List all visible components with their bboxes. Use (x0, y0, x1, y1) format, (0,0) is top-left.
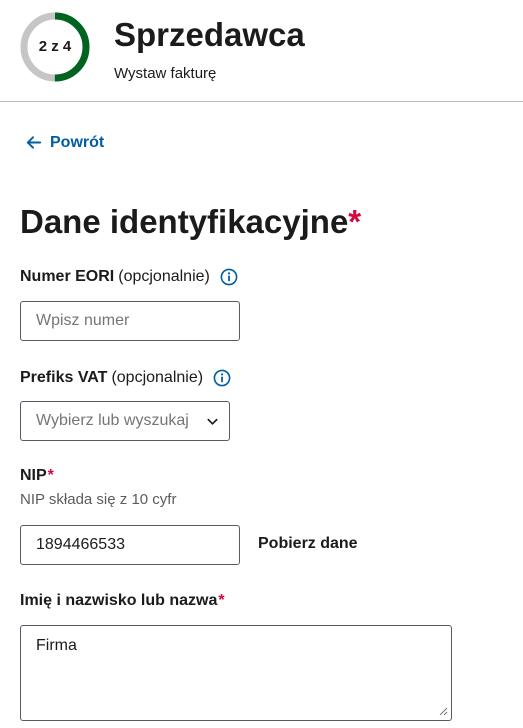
back-link[interactable]: Powrót (24, 133, 104, 152)
chevron-down-icon (207, 418, 218, 425)
fetch-data-button[interactable]: Pobierz dane (258, 535, 358, 553)
eori-input[interactable] (20, 301, 240, 341)
eori-label: Numer EORI (opcjonalnie) (20, 268, 238, 286)
name-textarea[interactable]: Firma (20, 625, 452, 721)
resize-grip-icon[interactable] (438, 706, 448, 716)
vat-prefix-label-text: Prefiks VAT (20, 369, 108, 386)
nip-label: NIP * (20, 467, 54, 485)
name-label: Imię i nazwisko lub nazwa * (20, 592, 225, 610)
nip-hint: NIP składa się z 10 cyfr (20, 491, 177, 508)
vat-prefix-optional-text: (opcjonalnie) (111, 369, 204, 386)
info-icon[interactable] (213, 369, 231, 387)
name-label-text: Imię i nazwisko lub nazwa (20, 592, 218, 609)
vat-prefix-label: Prefiks VAT (opcjonalnie) (20, 369, 231, 387)
section-title: Dane identyfikacyjne* (20, 203, 361, 241)
eori-optional-text: (opcjonalnie) (118, 268, 210, 285)
nip-input[interactable] (20, 525, 240, 565)
step-label: 2 z 4 (38, 38, 72, 55)
eori-label-text: Numer EORI (20, 268, 115, 285)
vat-prefix-select[interactable]: Wybierz lub wyszukaj (20, 401, 230, 441)
required-mark: * (218, 592, 225, 609)
page-title: Sprzedawca (114, 16, 305, 53)
info-icon[interactable] (220, 268, 238, 286)
page-header: 2 z 4 Sprzedawca Wystaw fakturę (0, 0, 523, 102)
vat-prefix-select-placeholder: Wybierz lub wyszukaj (36, 412, 189, 429)
required-mark: * (47, 467, 54, 484)
section-title-text: Dane identyfikacyjne (20, 203, 349, 240)
arrow-left-icon (26, 136, 42, 149)
nip-label-text: NIP (20, 467, 47, 484)
back-link-label: Powrót (50, 133, 105, 151)
page-subtitle: Wystaw fakturę (114, 65, 217, 82)
required-mark: * (348, 203, 362, 240)
step-progress-indicator: 2 z 4 (20, 12, 90, 82)
